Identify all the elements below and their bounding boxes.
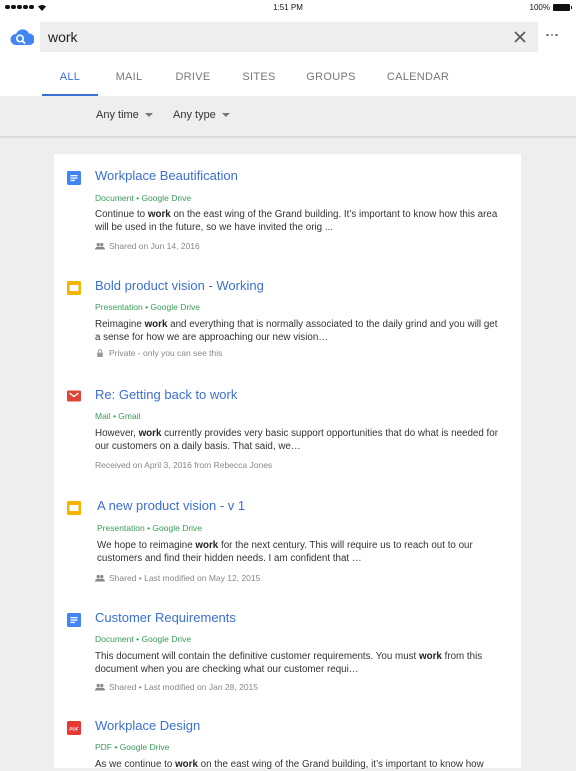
- shared-people-icon: [95, 242, 105, 250]
- result-meta: Shared • Last modified on May 12, 2015: [95, 573, 260, 583]
- results-list: Workplace Beautification Document • Goog…: [54, 154, 521, 770]
- status-bar: 1:51 PM 100%: [0, 0, 576, 18]
- gmail-icon: [67, 390, 81, 402]
- svg-text:PDF: PDF: [69, 726, 78, 731]
- slides-icon: [67, 501, 81, 515]
- battery-icon: [553, 4, 572, 11]
- tab-calendar[interactable]: CALENDAR: [382, 58, 454, 96]
- tab-mail[interactable]: MAIL: [108, 58, 150, 96]
- caret-down-icon: [221, 113, 230, 117]
- result-meta: Shared • Last modified on Jan 28, 2015: [95, 682, 258, 692]
- result-title[interactable]: Workplace Design: [95, 718, 200, 733]
- result-title[interactable]: Customer Requirements: [95, 610, 236, 625]
- search-input[interactable]: [48, 22, 488, 52]
- battery-percent: 100%: [529, 3, 550, 12]
- clear-search-icon[interactable]: [512, 29, 528, 45]
- slides-icon: [67, 281, 81, 295]
- result-meta: Private - only you can see this: [95, 348, 222, 358]
- app-header: ALL MAIL DRIVE SITES GROUPS CALENDAR: [0, 18, 576, 96]
- result-source: Presentation • Google Drive: [95, 302, 201, 312]
- result-source: Document • Google Drive: [95, 634, 192, 644]
- tab-sites[interactable]: SITES: [236, 58, 282, 96]
- result-snippet: This document will contain the definitiv…: [95, 651, 483, 675]
- result-title[interactable]: Workplace Beautification: [95, 168, 238, 183]
- result-snippet: Continue to work on the east wing of the…: [95, 209, 498, 233]
- result-source: Presentation • Google Drive: [97, 523, 203, 533]
- more-options-icon[interactable]: [546, 32, 560, 38]
- type-filter-dropdown[interactable]: Any type: [173, 109, 230, 121]
- result-source: PDF • Google Drive: [95, 742, 170, 752]
- tab-groups[interactable]: GROUPS: [300, 58, 362, 96]
- pdf-icon: PDF: [67, 721, 81, 735]
- search-tabs: ALL MAIL DRIVE SITES GROUPS CALENDAR: [0, 58, 576, 96]
- time-filter-label: Any time: [96, 109, 139, 121]
- filter-bar: Any time Any type: [0, 96, 576, 138]
- status-time: 1:51 PM: [273, 3, 303, 12]
- result-meta: Shared on Jun 14, 2016: [95, 241, 200, 251]
- docs-icon: [67, 613, 81, 627]
- shared-people-icon: [95, 683, 105, 691]
- result-snippet: However, work currently provides very ba…: [95, 428, 498, 452]
- lock-icon: [97, 349, 103, 357]
- result-source: Document • Google Drive: [95, 193, 192, 203]
- search-box: [40, 22, 538, 52]
- time-filter-dropdown[interactable]: Any time: [96, 109, 153, 121]
- docs-icon: [67, 171, 81, 185]
- result-snippet: Reimagine work and everything that is no…: [95, 319, 498, 343]
- type-filter-label: Any type: [173, 109, 216, 121]
- battery-indicator: 100%: [529, 3, 572, 12]
- shared-people-icon: [95, 574, 105, 582]
- caret-down-icon: [144, 113, 153, 117]
- cloud-search-logo-icon: [10, 29, 34, 45]
- result-meta: Received on April 3, 2016 from Rebecca J…: [95, 460, 273, 470]
- result-snippet: We hope to reimagine work for the next c…: [97, 540, 473, 564]
- result-title[interactable]: Bold product vision - Working: [95, 278, 264, 293]
- result-title[interactable]: A new product vision - v 1: [97, 498, 245, 513]
- tab-all[interactable]: ALL: [42, 58, 98, 96]
- result-snippet: As we continue to work on the east wing …: [95, 759, 484, 770]
- result-title[interactable]: Re: Getting back to work: [95, 387, 237, 402]
- tab-drive[interactable]: DRIVE: [170, 58, 216, 96]
- result-source: Mail • Gmail: [95, 411, 141, 421]
